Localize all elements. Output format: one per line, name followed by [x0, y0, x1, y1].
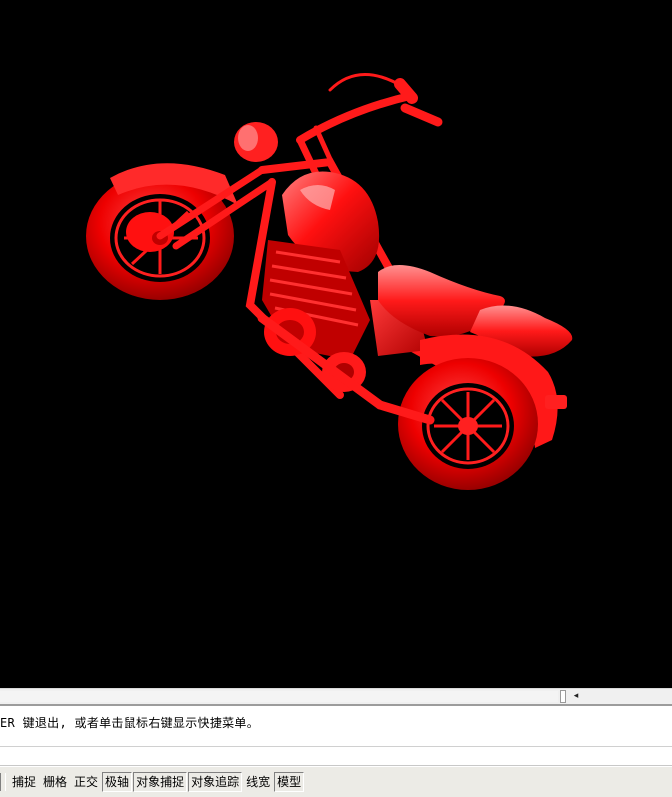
- command-divider: [0, 746, 672, 747]
- command-window[interactable]: ER 键退出, 或者单击鼠标右键显示快捷菜单。: [0, 704, 672, 766]
- horizontal-scrollbar[interactable]: ◂: [0, 688, 672, 704]
- ortho-toggle[interactable]: 正交: [71, 772, 101, 792]
- drawing-viewport[interactable]: [0, 0, 672, 688]
- command-input[interactable]: [0, 750, 672, 764]
- status-bar-grip: [0, 773, 6, 791]
- model-space-toggle[interactable]: 模型: [274, 772, 305, 792]
- scrollbar-track[interactable]: [0, 691, 558, 702]
- status-toggle-group: 捕捉 栅格 正交 极轴 对象捕捉 对象追踪 线宽 模型: [0, 772, 305, 792]
- headlight: [234, 122, 278, 162]
- status-bar: 捕捉 栅格 正交 极轴 对象捕捉 对象追踪 线宽 模型: [0, 766, 672, 797]
- command-history-line: ER 键退出, 或者单击鼠标右键显示快捷菜单。: [0, 716, 260, 730]
- object-tracking-toggle[interactable]: 对象追踪: [188, 772, 243, 792]
- grid-toggle[interactable]: 栅格: [40, 772, 70, 792]
- rear-wheel: [398, 358, 538, 490]
- lineweight-toggle[interactable]: 线宽: [243, 772, 273, 792]
- polar-toggle[interactable]: 极轴: [102, 772, 133, 792]
- scroll-left-arrow-icon[interactable]: ◂: [570, 690, 582, 703]
- motorcycle-render: [86, 73, 573, 490]
- object-snap-toggle[interactable]: 对象捕捉: [133, 772, 188, 792]
- scrollbar-thumb[interactable]: [560, 690, 566, 703]
- snap-toggle[interactable]: 捕捉: [9, 772, 39, 792]
